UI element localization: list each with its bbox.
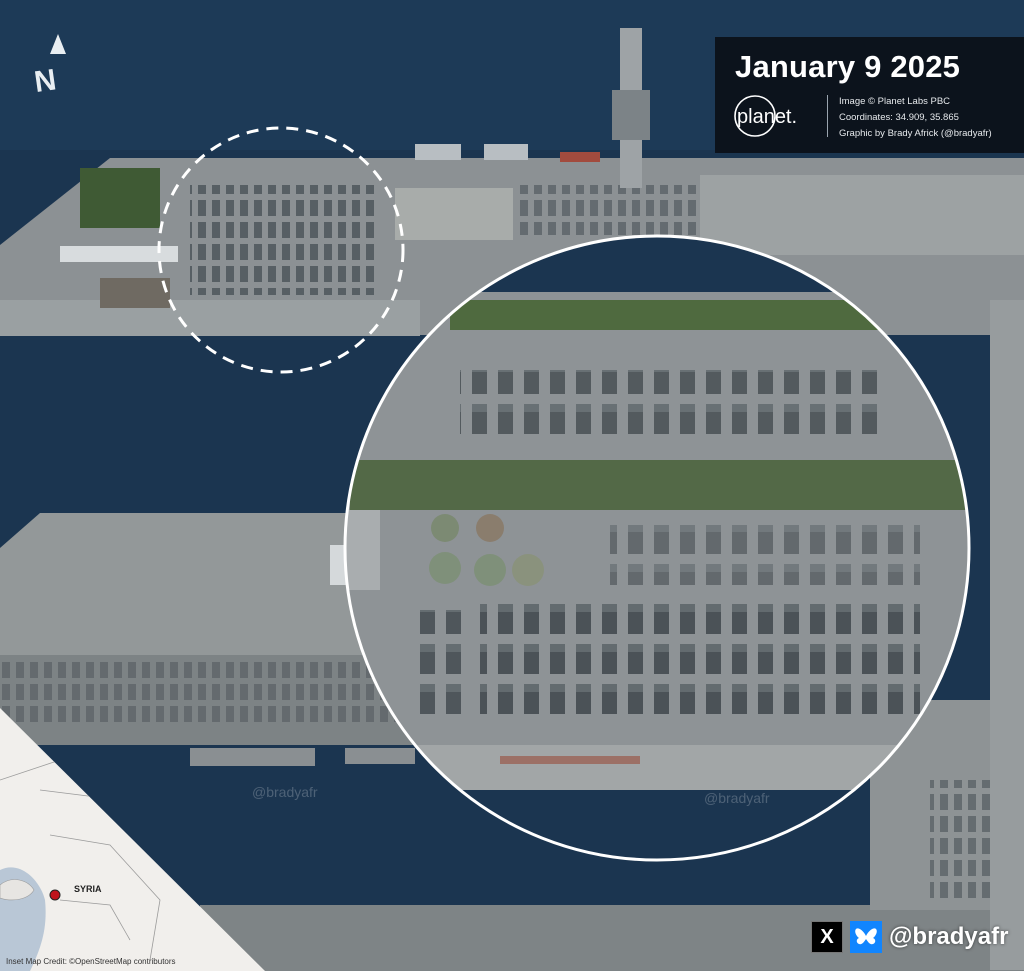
planet-logo-text: planet. bbox=[737, 106, 797, 128]
coordinates: Coordinates: 34.909, 35.865 bbox=[839, 112, 959, 123]
bluesky-logo-icon bbox=[850, 921, 882, 953]
watermark: @bradyafr bbox=[252, 784, 318, 800]
x-logo-icon: X bbox=[811, 921, 843, 953]
social-handle: @bradyafr bbox=[889, 923, 1009, 950]
north-arrow-icon: N bbox=[32, 34, 66, 96]
title-card: January 9 2025 planet. Image © Planet La… bbox=[715, 37, 1024, 153]
north-label: N bbox=[32, 63, 58, 96]
inset-country-label: SYRIA bbox=[74, 884, 102, 894]
location-marker bbox=[49, 889, 61, 901]
image-date: January 9 2025 bbox=[735, 49, 961, 84]
inset-map-credit: Inset Map Credit: ©OpenStreetMap contrib… bbox=[6, 957, 176, 966]
watermark: @bradyafr bbox=[704, 790, 770, 806]
planet-logo-icon: planet. bbox=[734, 95, 797, 137]
graphic-credit: Graphic by Brady Africk (@bradyafr) bbox=[839, 128, 992, 139]
divider bbox=[827, 95, 828, 137]
image-credit: Image © Planet Labs PBC bbox=[839, 96, 951, 107]
